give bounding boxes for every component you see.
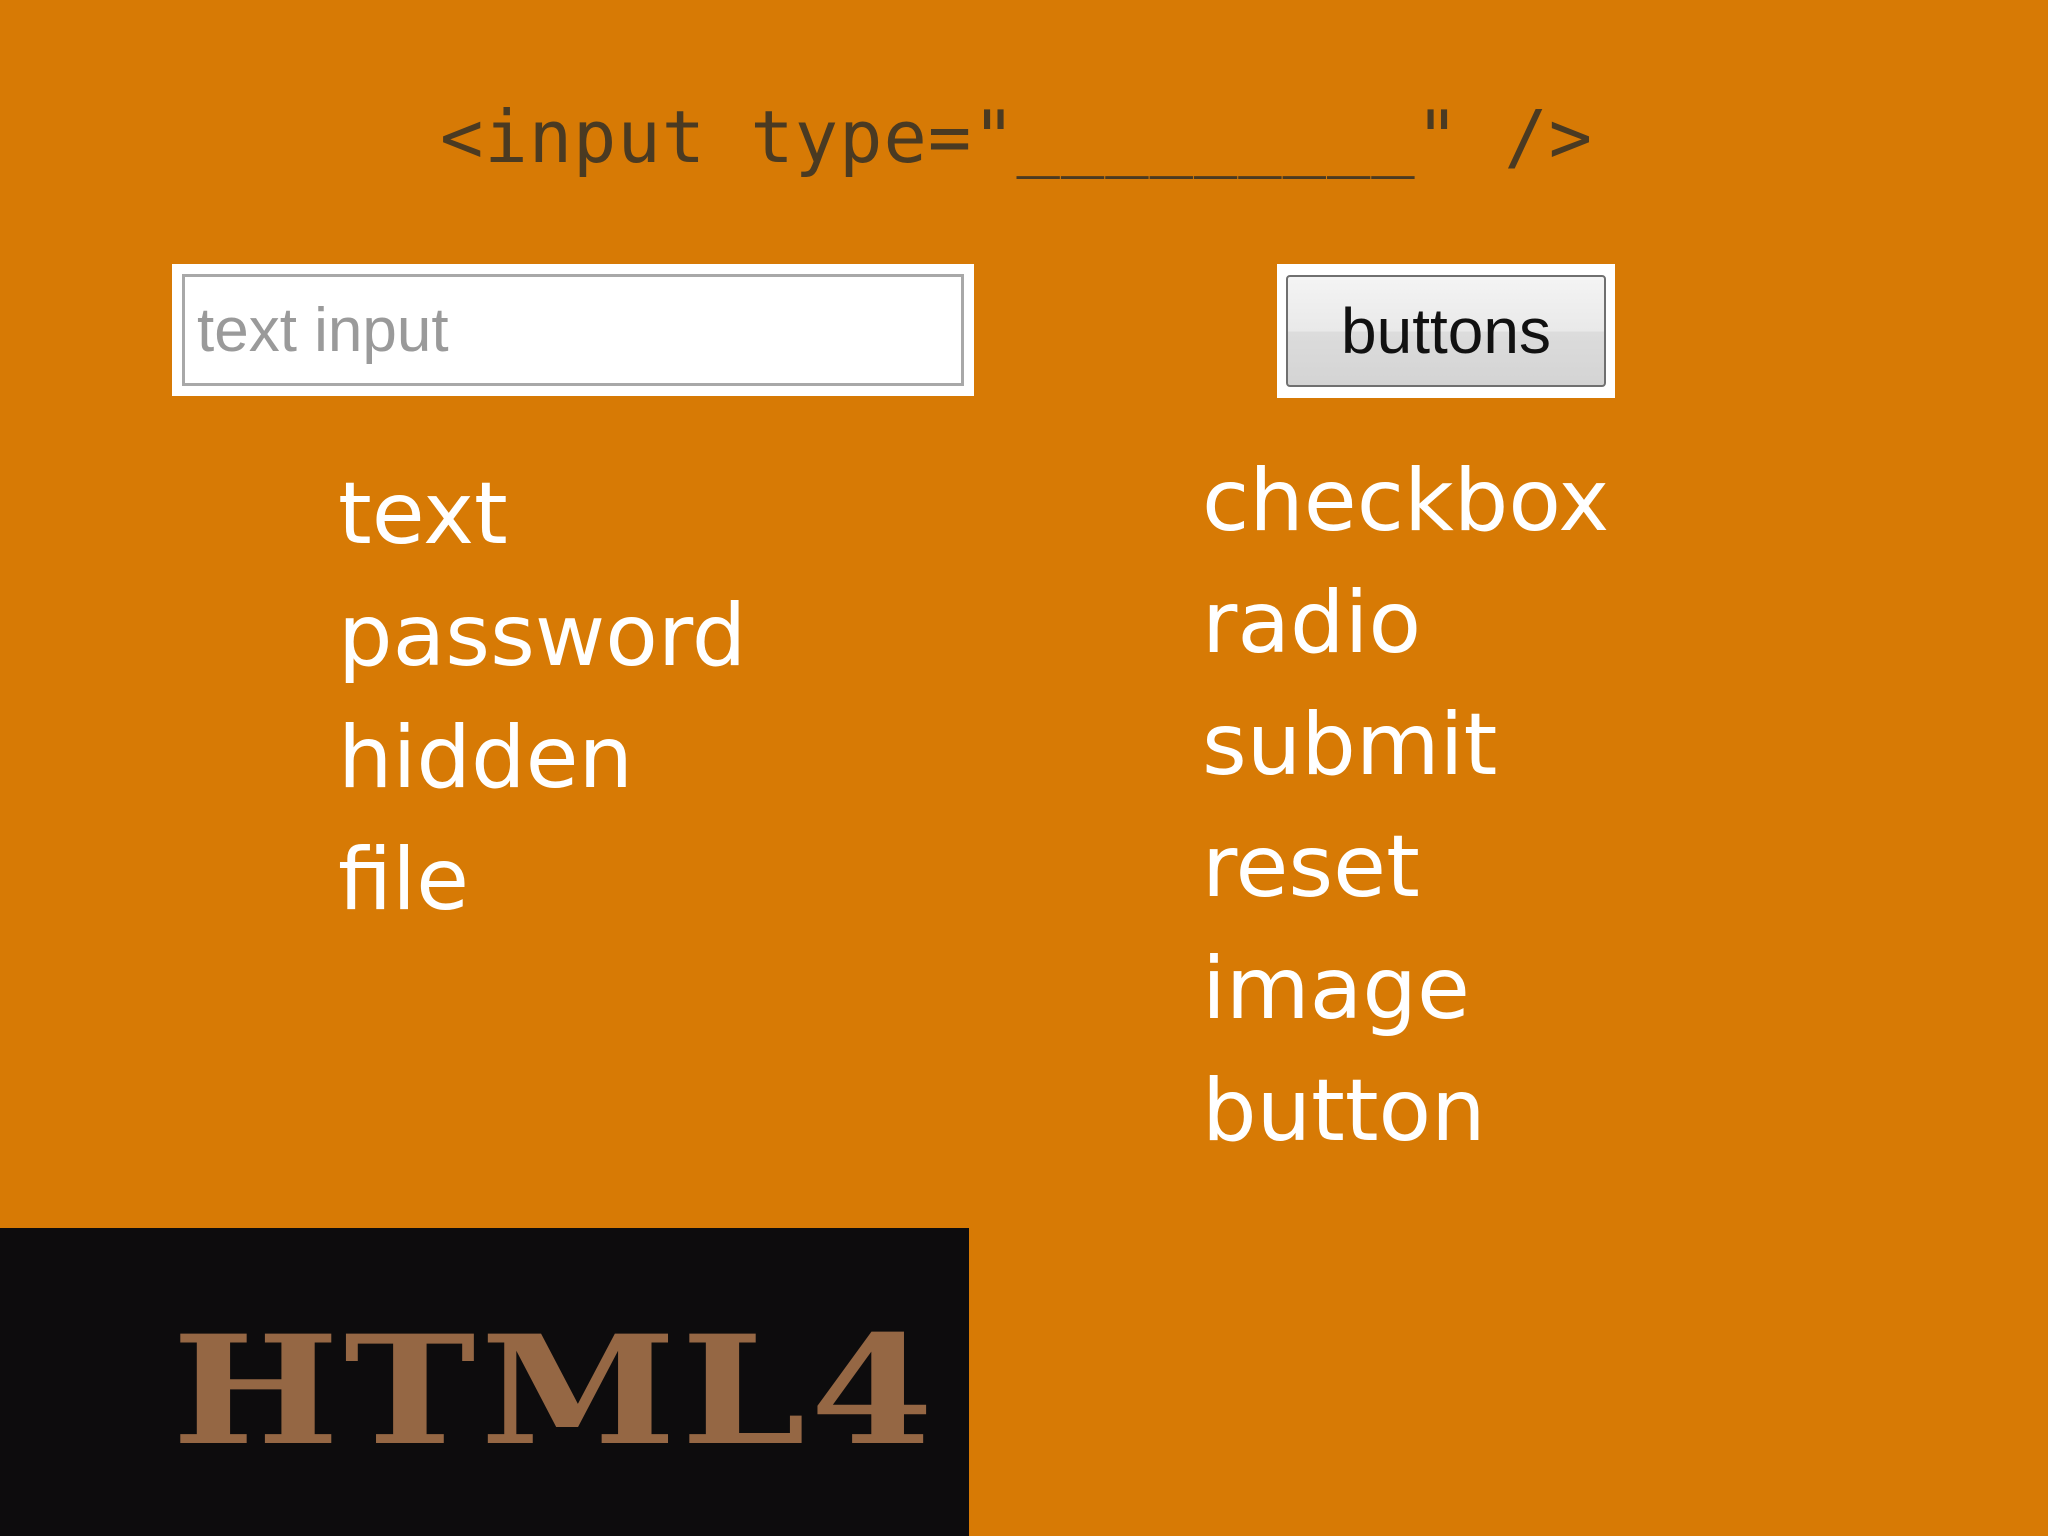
text-input-types-list: text password hidden file — [338, 453, 746, 941]
button-frame: buttons — [1277, 264, 1615, 398]
text-input-frame — [172, 264, 974, 396]
list-item-checkbox: checkbox — [1202, 451, 1610, 551]
list-item-image: image — [1202, 939, 1470, 1039]
list-item-reset: reset — [1202, 817, 1420, 917]
list-item-submit: submit — [1202, 695, 1498, 795]
button-types-list: checkbox radio submit reset image button — [1202, 440, 1609, 1172]
list-item-password: password — [338, 586, 747, 686]
list-item-radio: radio — [1202, 573, 1422, 673]
list-item-file: file — [338, 830, 469, 930]
html4-logo: HTML4 — [172, 1303, 939, 1479]
code-heading: <input type="_________" /> — [440, 95, 1594, 179]
buttons-demo-button[interactable]: buttons — [1286, 275, 1606, 387]
text-input-demo[interactable] — [182, 274, 964, 386]
list-item-text: text — [338, 464, 508, 564]
list-item-button: button — [1202, 1061, 1486, 1161]
list-item-hidden: hidden — [338, 708, 633, 808]
slide: <input type="_________" /> buttons text … — [0, 0, 2048, 1536]
